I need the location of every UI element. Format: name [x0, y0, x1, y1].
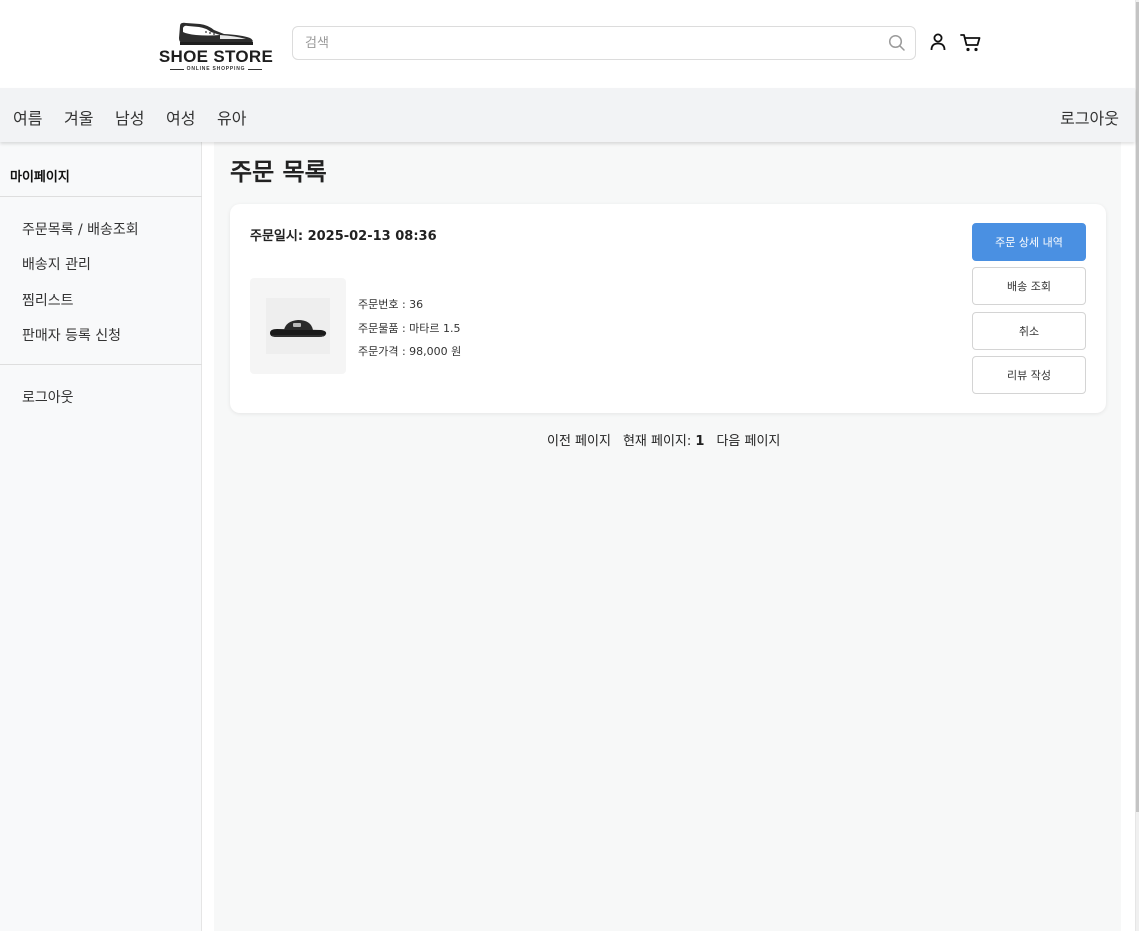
sidebar-item-wishlist[interactable]: 찜리스트 — [22, 290, 74, 310]
site-header: SHOE STORE ONLINE SHOPPING — [0, 0, 1139, 88]
current-page-indicator: 현재 페이지: 1 — [623, 430, 705, 449]
cart-icon[interactable] — [960, 33, 982, 53]
product-image — [266, 298, 330, 354]
pagination: 이전 페이지 현재 페이지: 1 다음 페이지 — [547, 430, 780, 449]
search-input[interactable] — [305, 27, 875, 59]
sidebar-logout-link[interactable]: 로그아웃 — [22, 387, 74, 407]
sidebar-item-addresses[interactable]: 배송지 관리 — [22, 254, 91, 274]
logo-title: SHOE STORE — [158, 47, 274, 66]
current-page-label: 현재 페이지: — [622, 434, 692, 449]
nav-item-summer[interactable]: 여름 — [13, 105, 42, 129]
sandal-image — [270, 320, 327, 337]
order-number: 주문번호 : 36 — [358, 298, 424, 311]
sidebar-title: 마이페이지 — [10, 170, 70, 185]
shoe-store-logo[interactable]: SHOE STORE ONLINE SHOPPING — [158, 20, 274, 74]
page-scrollbar[interactable] — [1135, 0, 1139, 931]
shoe-logo-icon — [179, 22, 253, 45]
write-review-button[interactable]: 리뷰 작성 — [972, 356, 1086, 394]
nav-item-winter[interactable]: 겨울 — [64, 105, 93, 129]
nav-item-women[interactable]: 여성 — [166, 105, 195, 129]
search-icon[interactable] — [888, 34, 906, 52]
page-title: 주문 목록 — [230, 158, 327, 186]
logo-rule-left — [169, 68, 184, 70]
nav-item-men[interactable]: 남성 — [115, 105, 144, 129]
next-page-link[interactable]: 다음 페이지 — [716, 430, 780, 449]
user-icon[interactable] — [929, 33, 947, 51]
search-box — [292, 26, 916, 60]
current-page-number: 1 — [695, 434, 705, 449]
logo-subtitle-row: ONLINE SHOPPING — [158, 66, 274, 72]
order-product: 주문물품 : 마타르 1.5 — [358, 322, 461, 335]
order-date: 주문일시: 2025-02-13 08:36 — [250, 229, 437, 244]
order-card: 주문일시: 2025-02-13 08:36 주문번호 : 36 주문물품 : … — [230, 204, 1106, 413]
sidebar-item-orders[interactable]: 주문목록 / 배송조회 — [22, 219, 139, 239]
sidebar-item-seller-apply[interactable]: 판매자 등록 신청 — [22, 325, 121, 345]
prev-page-link[interactable]: 이전 페이지 — [547, 430, 611, 449]
category-nav: 여름 겨울 남성 여성 유아 로그아웃 — [0, 88, 1135, 142]
logo-rule-right — [248, 68, 263, 70]
product-thumbnail[interactable] — [250, 278, 346, 374]
cancel-order-button[interactable]: 취소 — [972, 312, 1086, 350]
order-detail-button[interactable]: 주문 상세 내역 — [972, 223, 1086, 261]
sidebar-divider — [0, 364, 202, 365]
mypage-sidebar: 마이페이지 주문목록 / 배송조회 배송지 관리 찜리스트 판매자 등록 신청 … — [0, 142, 202, 931]
order-price: 주문가격 : 98,000 원 — [358, 345, 462, 358]
sidebar-divider — [0, 196, 202, 197]
nav-logout-link[interactable]: 로그아웃 — [1060, 105, 1119, 129]
nav-item-kids[interactable]: 유아 — [217, 105, 246, 129]
delivery-tracking-button[interactable]: 배송 조회 — [972, 267, 1086, 305]
logo-subtitle: ONLINE SHOPPING — [186, 66, 246, 72]
